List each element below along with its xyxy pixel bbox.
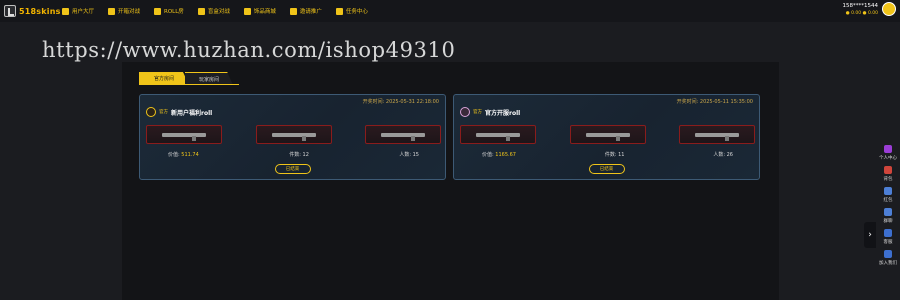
official-tag: 官方 (473, 110, 482, 115)
prize-list (460, 125, 755, 144)
shop-icon (243, 7, 251, 15)
official-tag: 官方 (159, 110, 168, 115)
room-stats: 价值: 511.74 件数: 12 人数: 15 (146, 151, 441, 158)
rifle-icon (585, 132, 630, 141)
sidebar-item-join[interactable]: 加入我们 (876, 250, 900, 266)
top-navigation: 518skins 用户大厅 开箱对战 ROLL房 盲盒对战 饰品商城 邀请推广 … (0, 0, 900, 22)
prize-item[interactable] (365, 125, 441, 144)
battle-icon (108, 7, 116, 15)
stat-items: 件数: 12 (289, 152, 309, 158)
stat-items: 件数: 11 (604, 152, 625, 158)
nav-item-battle[interactable]: 开箱对战 (108, 7, 140, 15)
nav-item-task[interactable]: 任务中心 (335, 7, 368, 15)
rifle-icon (381, 132, 425, 141)
user-icon (884, 145, 892, 153)
roll-room-card[interactable]: 开奖时间: 2025-05-11 15:35:00 官方 官方开服roll 价值… (453, 94, 760, 180)
nav-item-blindbox[interactable]: 盲盒对战 (197, 7, 230, 15)
room-title: 官方开服roll (485, 109, 521, 117)
room-title: 新用户福利roll (171, 109, 213, 117)
hall-icon (62, 7, 69, 15)
prize-list (146, 125, 441, 144)
chat-icon (884, 208, 892, 216)
nav-item-invite[interactable]: 邀请推广 (289, 7, 322, 15)
logo-icon (4, 5, 16, 17)
blindbox-icon (197, 7, 205, 15)
logo-text: 518skins (19, 6, 61, 16)
nav-item-hall[interactable]: 用户大厅 (62, 7, 94, 15)
task-icon (335, 7, 343, 15)
service-icon (884, 229, 892, 237)
invite-icon (289, 7, 297, 15)
stat-people: 人数: 15 (399, 152, 419, 158)
watermark-url: https://www.huzhan.com/ishop49310 (42, 38, 456, 62)
rifle-icon (271, 132, 316, 141)
join-icon (884, 250, 892, 258)
right-sidebar: 个人中心 背包 红包 群聊 客服 加入我们 (876, 145, 900, 271)
prize-item[interactable] (679, 125, 755, 144)
room-avatar-icon (146, 107, 156, 117)
tab-underline (139, 84, 239, 85)
room-status-button[interactable]: 已结束 (274, 164, 311, 174)
bag-icon (884, 166, 892, 174)
prize-item[interactable] (255, 125, 332, 144)
room-stats: 价值: 1165.67 件数: 11 人数: 26 (460, 151, 755, 158)
draw-time: 开奖时间: 2025-05-31 22:18:00 (362, 99, 439, 105)
prize-item[interactable] (460, 125, 536, 144)
sidebar-item-service[interactable]: 客服 (876, 229, 900, 245)
room-avatar-icon (460, 107, 470, 117)
site-logo[interactable]: 518skins (4, 4, 61, 18)
sidebar-item-bag[interactable]: 背包 (876, 166, 900, 182)
user-name: 158****1544 (842, 2, 879, 9)
sidebar-item-chat[interactable]: 群聊 (876, 208, 900, 224)
redpacket-icon (884, 187, 892, 195)
stat-value: 价值: 1165.67 (482, 152, 516, 158)
sidebar-item-redpacket[interactable]: 红包 (876, 187, 900, 203)
prize-item[interactable] (569, 125, 646, 144)
roll-room-card[interactable]: 开奖时间: 2025-05-31 22:18:00 官方 新用户福利roll 价… (139, 94, 446, 180)
sidebar-item-user-center[interactable]: 个人中心 (876, 145, 900, 161)
avatar[interactable] (882, 2, 896, 16)
main-nav: 用户大厅 开箱对战 ROLL房 盲盒对战 饰品商城 邀请推广 任务中心 (62, 0, 382, 22)
rifle-icon (476, 132, 520, 141)
sidebar-toggle-chevron-icon[interactable]: › (864, 222, 876, 248)
nav-item-shop[interactable]: 饰品商城 (243, 7, 276, 15)
nav-item-roll[interactable]: ROLL房 (154, 7, 184, 15)
draw-time: 开奖时间: 2025-05-11 15:35:00 (676, 99, 753, 105)
stat-value: 价值: 511.74 (168, 152, 199, 158)
user-panel[interactable]: 158****1544 ● 0.00 ● 0.00 (842, 2, 896, 16)
room-status-button[interactable]: 已结束 (588, 164, 625, 174)
rifle-icon (695, 132, 739, 141)
prize-item[interactable] (146, 125, 222, 144)
user-balance: ● 0.00 ● 0.00 (845, 10, 878, 16)
roll-icon (154, 7, 162, 15)
rifle-icon (162, 132, 206, 141)
stat-people: 人数: 26 (713, 152, 733, 158)
